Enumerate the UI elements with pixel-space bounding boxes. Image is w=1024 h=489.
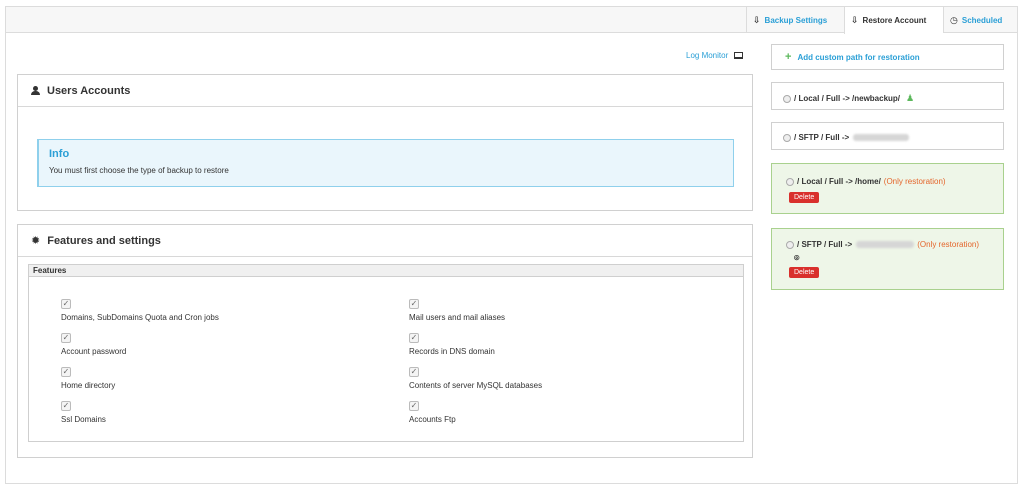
user-icon (31, 86, 40, 95)
users-accounts-panel: Users Accounts Info You must first choos… (17, 74, 753, 211)
panel-header: Users Accounts (18, 75, 752, 107)
path-option[interactable]: / Local / Full -> /newbackup/ ♟ (771, 82, 1004, 110)
feature-item: ✓ Accounts Ftp (409, 401, 456, 424)
path-label: / SFTP / Full -> (797, 240, 853, 249)
path-row: / Local / Full -> /home/ (Only restorati… (786, 177, 946, 186)
add-custom-path-button[interactable]: + Add custom path for restoration (771, 44, 1004, 70)
info-alert: Info You must first choose the type of b… (37, 139, 734, 187)
radio-button[interactable] (783, 133, 791, 142)
panel-header: ✹ Features and settings (18, 225, 752, 257)
path-label: / SFTP / Full -> (794, 133, 850, 142)
feature-label: Domains, SubDomains Quota and Cron jobs (61, 313, 219, 322)
redacted-host (856, 241, 915, 248)
path-option[interactable]: / SFTP / Full -> (Only restoration) ⌾ De… (771, 228, 1004, 290)
feature-checkbox[interactable]: ✓ (61, 367, 71, 377)
tab-restore-account[interactable]: ⇩ Restore Account (844, 7, 943, 34)
download-icon: ⇩ (753, 14, 761, 25)
tab-label: Backup Settings (764, 15, 828, 25)
panel-title: Features and settings (47, 234, 161, 247)
redacted-host (853, 134, 910, 141)
feature-checkbox[interactable]: ✓ (61, 299, 71, 309)
feature-item: ✓ Mail users and mail aliases (409, 299, 505, 322)
tab-scheduled[interactable]: ◷ Scheduled (943, 7, 1017, 33)
binoculars-icon: ⌾ (794, 253, 800, 263)
info-title: Info (49, 148, 70, 160)
feature-label: Ssl Domains (61, 415, 106, 424)
feature-label: Accounts Ftp (409, 415, 456, 424)
download-icon: ⇩ (851, 15, 859, 25)
user-icon: ♟ (906, 93, 915, 103)
feature-label: Records in DNS domain (409, 347, 495, 356)
radio-button[interactable] (783, 94, 791, 103)
monitor-icon (734, 52, 744, 59)
plus-icon: + (785, 51, 792, 63)
features-legend: Features (29, 265, 743, 277)
feature-checkbox[interactable]: ✓ (61, 401, 71, 411)
feature-item: ✓ Domains, SubDomains Quota and Cron job… (61, 299, 219, 322)
add-path-label: Add custom path for restoration (797, 52, 920, 62)
feature-checkbox[interactable]: ✓ (409, 299, 419, 309)
clock-icon: ◷ (950, 14, 958, 25)
path-label: / Local / Full -> /newbackup/ (794, 94, 901, 103)
tab-label: Scheduled (961, 15, 1003, 25)
feature-item: ✓ Records in DNS domain (409, 333, 495, 356)
features-panel: ✹ Features and settings Features ✓ Domai… (17, 224, 753, 458)
path-row: / SFTP / Full -> (783, 133, 910, 142)
tab-backup-settings[interactable]: ⇩ Backup Settings (746, 7, 844, 33)
feature-item: ✓ Home directory (61, 367, 115, 390)
feature-item: ✓ Ssl Domains (61, 401, 106, 424)
feature-item: ✓ Contents of server MySQL databases (409, 367, 542, 390)
path-option[interactable]: / SFTP / Full -> (771, 122, 1004, 150)
path-row: / Local / Full -> /newbackup/ ♟ (783, 93, 914, 104)
feature-checkbox[interactable]: ✓ (61, 333, 71, 343)
log-monitor-label: Log Monitor (686, 51, 729, 60)
log-monitor-link[interactable]: Log Monitor (686, 51, 744, 60)
info-text: You must first choose the type of backup… (49, 166, 229, 175)
path-label: / Local / Full -> /home/ (797, 177, 881, 186)
restoration-note: (Only restoration) (883, 177, 946, 186)
path-row: / SFTP / Full -> (Only restoration) (786, 240, 979, 249)
radio-button[interactable] (786, 240, 794, 249)
feature-checkbox[interactable]: ✓ (409, 401, 419, 411)
feature-label: Account password (61, 347, 127, 356)
radio-button[interactable] (786, 177, 794, 186)
feature-label: Home directory (61, 381, 116, 390)
delete-button[interactable]: Delete (789, 267, 820, 278)
feature-label: Mail users and mail aliases (409, 313, 506, 322)
feature-item: ✓ Account password (61, 333, 126, 356)
path-option[interactable]: / Local / Full -> /home/ (Only restorati… (771, 163, 1004, 214)
tab-bar: ⇩ Backup Settings ⇩ Restore Account ◷ Sc… (6, 7, 1017, 34)
tab-label: Restore Account (862, 16, 927, 25)
delete-button[interactable]: Delete (789, 192, 820, 203)
features-fieldset: Features ✓ Domains, SubDomains Quota and… (28, 264, 744, 442)
panel-title: Users Accounts (47, 84, 131, 97)
feature-checkbox[interactable]: ✓ (409, 333, 419, 343)
feature-label: Contents of server MySQL databases (409, 381, 543, 390)
gear-icon: ✹ (31, 235, 41, 247)
restoration-note: (Only restoration) (917, 240, 979, 249)
feature-checkbox[interactable]: ✓ (409, 367, 419, 377)
